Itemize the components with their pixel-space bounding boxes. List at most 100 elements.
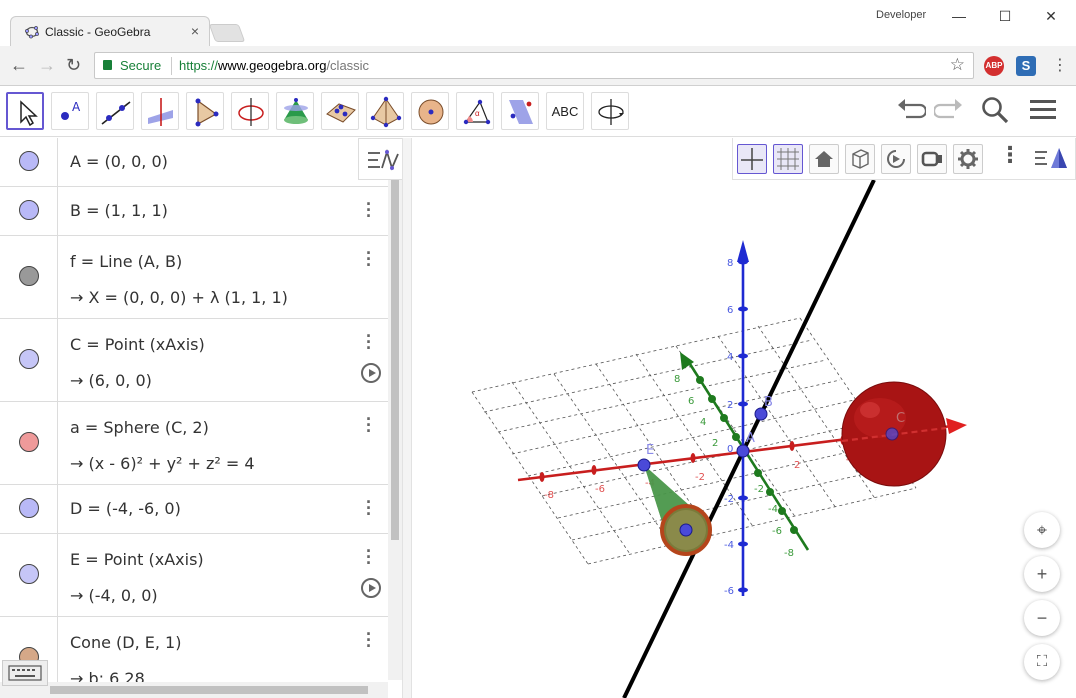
algebra-vertical-scroll-thumb[interactable]	[391, 180, 399, 540]
adblock-extension-icon[interactable]: ABP	[984, 56, 1004, 76]
text-tool-button[interactable]: ABC	[546, 92, 584, 130]
perpendicular-line-tool-button[interactable]	[141, 92, 179, 130]
visibility-toggle[interactable]	[19, 498, 39, 518]
algebra-horizontal-scrollbar[interactable]	[0, 682, 388, 698]
url-bar[interactable]: Secure https://www.geogebra.org/classic …	[94, 52, 974, 79]
algebra-definition[interactable]: C = Point (xAxis)	[70, 335, 205, 354]
standard-view-button[interactable]	[809, 144, 839, 174]
view-menu-pyramid-icon[interactable]	[1033, 144, 1069, 174]
y-tick-label: 8	[674, 374, 680, 385]
algebra-row[interactable]: A = (0, 0, 0)	[0, 138, 388, 187]
point-C[interactable]	[885, 427, 899, 441]
cone-tool-button[interactable]	[276, 92, 314, 130]
s-extension-icon[interactable]: S	[1016, 56, 1036, 76]
algebra-row[interactable]: D = (-4, -6, 0) · · ·	[0, 485, 388, 534]
algebra-definition[interactable]: D = (-4, -6, 0)	[70, 499, 181, 518]
algebra-style-toggle[interactable]	[358, 138, 402, 180]
algebra-row[interactable]: f = Line (A, B) → X = (0, 0, 0) + λ (1, 1…	[0, 236, 388, 319]
algebra-definition[interactable]: Cone (D, E, 1)	[70, 633, 181, 652]
reflect-tool-button[interactable]	[501, 92, 539, 130]
graphics-more-icon[interactable]: ⋮	[999, 142, 1021, 168]
point-E[interactable]	[637, 458, 651, 472]
visibility-toggle[interactable]	[19, 349, 39, 369]
row-more-menu-icon[interactable]: · · ·	[366, 493, 372, 523]
visibility-toggle[interactable]	[19, 432, 39, 452]
show-axes-button[interactable]	[737, 144, 767, 174]
graphics-3d-view[interactable]: -8 -6 -4 -2 2 4 6 8 6 4	[412, 138, 1076, 698]
visibility-toggle[interactable]	[19, 200, 39, 220]
algebra-definition[interactable]: E = Point (xAxis)	[70, 550, 204, 569]
algebra-row[interactable]: E = Point (xAxis) → (-4, 0, 0) · · ·	[0, 534, 388, 617]
visibility-toggle[interactable]	[19, 151, 39, 171]
view-divider[interactable]	[402, 138, 412, 698]
line-tool-button[interactable]	[96, 92, 134, 130]
row-more-menu-icon[interactable]: · · ·	[366, 244, 372, 274]
fullscreen-button[interactable]: ⛶	[1024, 644, 1060, 680]
algebra-definition[interactable]: B = (1, 1, 1)	[70, 201, 168, 220]
graphics-3d-canvas[interactable]: -8 -6 -4 -2 2 4 6 8 6 4	[412, 138, 1076, 698]
maximize-button[interactable]: ☐	[990, 4, 1020, 28]
point-A[interactable]	[736, 444, 750, 458]
reload-icon[interactable]: ↻	[66, 55, 81, 76]
row-more-menu-icon[interactable]: · · ·	[366, 625, 372, 655]
visibility-toggle[interactable]	[19, 266, 39, 286]
url-text[interactable]: https://www.geogebra.org/classic	[179, 58, 369, 73]
algebra-horizontal-scroll-thumb[interactable]	[50, 686, 368, 694]
lock-icon	[103, 60, 112, 70]
row-more-menu-icon[interactable]: · · ·	[366, 410, 372, 440]
redo-icon[interactable]	[934, 95, 964, 125]
move-tool-button[interactable]	[6, 92, 44, 130]
geogebra-favicon-icon	[25, 26, 39, 39]
tab-close-icon[interactable]: ×	[191, 23, 199, 39]
main-menu-icon[interactable]	[1028, 95, 1058, 125]
graphics-settings-button[interactable]	[953, 144, 983, 174]
close-window-button[interactable]: ✕	[1036, 4, 1066, 28]
algebra-definition[interactable]: a = Sphere (C, 2)	[70, 418, 209, 437]
show-grid-button[interactable]	[773, 144, 803, 174]
algebra-definition[interactable]: f = Line (A, B)	[70, 252, 182, 271]
algebra-row[interactable]: a = Sphere (C, 2) → (x - 6)² + y² + z² = …	[0, 402, 388, 485]
row-more-menu-icon[interactable]: · · ·	[366, 195, 372, 225]
algebra-definition[interactable]: A = (0, 0, 0)	[70, 152, 168, 171]
sphere-tool-button[interactable]	[411, 92, 449, 130]
secure-label: Secure	[120, 58, 162, 73]
zoom-out-button[interactable]: −	[1024, 600, 1060, 636]
pyramid-tool-button[interactable]	[366, 92, 404, 130]
z-axis[interactable]	[737, 240, 749, 596]
standard-view-zoom-button[interactable]: ⌖	[1024, 512, 1060, 548]
view-in-front-button[interactable]	[845, 144, 875, 174]
new-tab-button[interactable]	[208, 24, 246, 42]
search-icon[interactable]	[980, 95, 1010, 125]
bookmark-star-icon[interactable]: ☆	[950, 55, 965, 75]
visibility-toggle[interactable]	[19, 564, 39, 584]
back-icon[interactable]: ←	[10, 55, 28, 76]
browser-menu-icon[interactable]: ⋮	[1052, 55, 1068, 75]
algebra-row-marble-cell	[0, 187, 58, 235]
point-on-plane-tool-button[interactable]	[321, 92, 359, 130]
projection-button[interactable]	[917, 144, 947, 174]
polygon-tool-button[interactable]	[186, 92, 224, 130]
zoom-in-button[interactable]: +	[1024, 556, 1060, 592]
keyboard-toggle-button[interactable]	[2, 660, 48, 686]
rotate-view-tool-button[interactable]	[591, 92, 629, 130]
y-tick-label: -4	[768, 504, 778, 515]
algebra-value: → (6, 0, 0)	[70, 371, 152, 390]
rotate-animation-button[interactable]	[881, 144, 911, 174]
algebra-row[interactable]: B = (1, 1, 1) · · ·	[0, 187, 388, 236]
row-more-menu-icon[interactable]: · · ·	[366, 327, 372, 357]
algebra-vertical-scrollbar[interactable]	[388, 180, 402, 680]
profile-name[interactable]: Developer	[876, 9, 926, 21]
point-D[interactable]	[679, 523, 693, 537]
row-more-menu-icon[interactable]: · · ·	[366, 542, 372, 572]
point-tool-button[interactable]: A	[51, 92, 89, 130]
play-animation-icon[interactable]	[361, 578, 381, 598]
browser-tab[interactable]: Classic - GeoGebra ×	[10, 16, 210, 46]
minimize-button[interactable]: —	[944, 4, 974, 28]
x-tick-label: -6	[595, 484, 605, 495]
play-animation-icon[interactable]	[361, 363, 381, 383]
algebra-row[interactable]: C = Point (xAxis) → (6, 0, 0) · · ·	[0, 319, 388, 402]
forward-icon[interactable]: →	[38, 55, 56, 76]
circle-axis-tool-button[interactable]	[231, 92, 269, 130]
angle-tool-button[interactable]: α	[456, 92, 494, 130]
undo-icon[interactable]	[896, 95, 926, 125]
